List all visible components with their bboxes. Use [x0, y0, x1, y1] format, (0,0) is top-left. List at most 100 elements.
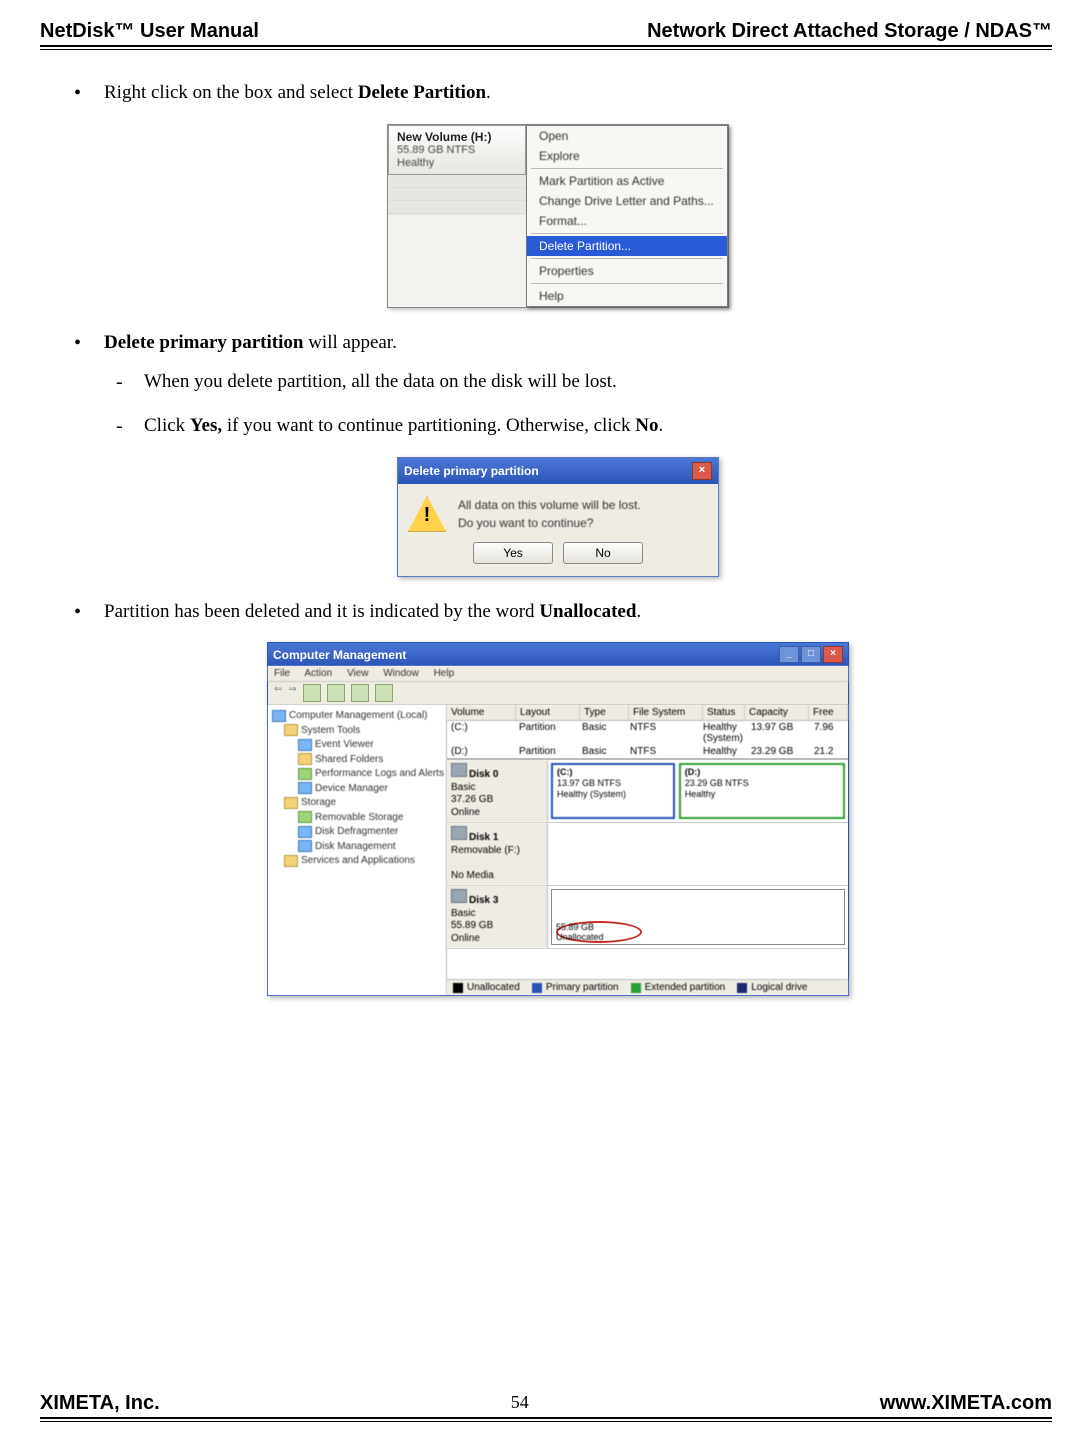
- tree-removable-storage[interactable]: Removable Storage: [315, 812, 403, 823]
- col-capacity[interactable]: Capacity: [745, 705, 809, 720]
- menu-separator: [531, 258, 723, 259]
- header-left: NetDisk™ User Manual: [40, 20, 259, 43]
- col-volume[interactable]: Volume: [447, 705, 516, 720]
- text: Click: [144, 415, 190, 436]
- col-free[interactable]: Free: [809, 705, 848, 720]
- close-button[interactable]: ×: [692, 462, 712, 480]
- menu-help[interactable]: Help: [527, 286, 727, 306]
- disk-icon: [451, 826, 467, 840]
- text: Right click on the box and select: [104, 82, 358, 103]
- col-filesystem[interactable]: File System: [629, 705, 703, 720]
- dash-1: When you delete partition, all the data …: [104, 369, 1052, 395]
- tree-services[interactable]: Services and Applications: [301, 855, 415, 866]
- header-rule-thick: [40, 45, 1052, 47]
- volume-status: Healthy: [397, 157, 517, 170]
- diskmgmt-icon: [298, 840, 312, 852]
- disk-row-1: Disk 1 Removable (F:) No Media: [447, 823, 848, 886]
- col-layout[interactable]: Layout: [516, 705, 580, 720]
- disk-header[interactable]: Disk 0 Basic 37.26 GB Online: [447, 760, 548, 822]
- menu-view[interactable]: View: [347, 668, 369, 679]
- dialog-line1: All data on this volume will be lost.: [458, 496, 641, 514]
- tree-system-tools[interactable]: System Tools: [301, 725, 360, 736]
- dash-2: Click Yes, if you want to continue parti…: [104, 413, 1052, 439]
- unallocated-region[interactable]: 55.89 GBUnallocated: [551, 889, 845, 945]
- menu-explore[interactable]: Explore: [527, 146, 727, 166]
- tree-disk-management[interactable]: Disk Management: [315, 841, 396, 852]
- volume-box[interactable]: New Volume (H:) 55.89 GB NTFS Healthy: [388, 125, 526, 176]
- menu-file[interactable]: File: [274, 668, 290, 679]
- bullet-2: Delete primary partition will appear. Wh…: [64, 330, 1052, 439]
- footer-right: www.XIMETA.com: [880, 1392, 1052, 1415]
- menu-open[interactable]: Open: [527, 126, 727, 146]
- menu-help[interactable]: Help: [434, 668, 455, 679]
- menu-window[interactable]: Window: [383, 668, 419, 679]
- device-icon: [298, 782, 312, 794]
- back-icon[interactable]: ⇐: [274, 684, 282, 702]
- book-icon: [298, 739, 312, 751]
- menu-format[interactable]: Format...: [527, 211, 727, 231]
- bullet-1: Right click on the box and select Delete…: [64, 80, 1052, 106]
- text: .: [486, 82, 491, 103]
- dialog-line2: Do you want to continue?: [458, 514, 641, 532]
- detail-pane: Volume Layout Type File System Status Ca…: [447, 705, 848, 995]
- text: will appear.: [303, 332, 396, 353]
- maximize-button[interactable]: □: [801, 646, 821, 663]
- close-button[interactable]: ×: [823, 646, 843, 663]
- toolbar: ⇐ ⇒: [268, 682, 848, 705]
- toolbar-icon[interactable]: [327, 684, 345, 702]
- folder-icon: [284, 797, 298, 809]
- tree-pane[interactable]: Computer Management (Local) System Tools…: [268, 705, 447, 995]
- document-content: Right click on the box and select Delete…: [40, 50, 1052, 996]
- swatch-primary: [532, 983, 542, 993]
- menu-change-letter[interactable]: Change Drive Letter and Paths...: [527, 191, 727, 211]
- swatch-unallocated: [453, 983, 463, 993]
- disk-row-3: Disk 3 Basic 55.89 GB Online 55.89 GBUna…: [447, 886, 848, 949]
- window-title: Computer Management: [273, 648, 406, 662]
- tree-device-manager[interactable]: Device Manager: [315, 783, 388, 794]
- disk-row-0: Disk 0 Basic 37.26 GB Online (C:) 13.97 …: [447, 760, 848, 823]
- no-button[interactable]: No: [563, 542, 643, 564]
- text: Partition has been deleted and it is ind…: [104, 601, 539, 622]
- yes-button[interactable]: Yes: [473, 542, 553, 564]
- volume-stripe: [388, 175, 526, 215]
- partition-c[interactable]: (C:) 13.97 GB NTFS Healthy (System): [551, 763, 675, 819]
- footer-left: XIMETA, Inc.: [40, 1392, 160, 1415]
- toolbar-icon[interactable]: [303, 684, 321, 702]
- dialog-message: All data on this volume will be lost. Do…: [458, 496, 641, 532]
- col-type[interactable]: Type: [580, 705, 629, 720]
- dialog-title: Delete primary partition: [404, 464, 539, 478]
- text-bold: Unallocated: [539, 601, 636, 622]
- figure-delete-dialog: Delete primary partition × All data on t…: [64, 457, 1052, 577]
- tree-shared-folders[interactable]: Shared Folders: [315, 754, 383, 765]
- toolbar-icon[interactable]: [351, 684, 369, 702]
- text: if you want to continue partitioning. Ot…: [222, 415, 635, 436]
- col-status[interactable]: Status: [703, 705, 745, 720]
- bullet-3: Partition has been deleted and it is ind…: [64, 599, 1052, 625]
- toolbar-icon[interactable]: [375, 684, 393, 702]
- page-footer: XIMETA, Inc. 54 www.XIMETA.com: [40, 1392, 1052, 1422]
- tree-root[interactable]: Computer Management (Local): [289, 710, 427, 721]
- window-computer-management: Computer Management _ □ × File Action Vi…: [267, 642, 849, 996]
- table-row[interactable]: (D:) Partition Basic NTFS Healthy 23.29 …: [447, 745, 848, 758]
- swatch-logical: [737, 983, 747, 993]
- tree-storage[interactable]: Storage: [301, 797, 336, 808]
- table-row[interactable]: (C:) Partition Basic NTFS Healthy (Syste…: [447, 721, 848, 745]
- volume-size: 55.89 GB NTFS: [397, 144, 517, 157]
- forward-icon[interactable]: ⇒: [288, 684, 296, 702]
- disk-header[interactable]: Disk 3 Basic 55.89 GB Online: [447, 886, 548, 948]
- warning-icon: [408, 496, 446, 532]
- tree-perf-logs[interactable]: Performance Logs and Alerts: [315, 768, 444, 779]
- menu-action[interactable]: Action: [304, 668, 332, 679]
- disk-icon: [451, 889, 467, 903]
- partition-d[interactable]: (D:) 23.29 GB NTFS Healthy: [679, 763, 845, 819]
- minimize-button[interactable]: _: [779, 646, 799, 663]
- menu-delete-partition[interactable]: Delete Partition...: [527, 236, 727, 256]
- disk-header[interactable]: Disk 1 Removable (F:) No Media: [447, 823, 548, 885]
- folder-icon: [284, 724, 298, 736]
- volume-name: New Volume (H:): [397, 130, 517, 144]
- menu-properties[interactable]: Properties: [527, 261, 727, 281]
- tree-defragmenter[interactable]: Disk Defragmenter: [315, 826, 398, 837]
- computer-icon: [272, 710, 286, 722]
- menu-mark-active[interactable]: Mark Partition as Active: [527, 171, 727, 191]
- tree-event-viewer[interactable]: Event Viewer: [315, 739, 374, 750]
